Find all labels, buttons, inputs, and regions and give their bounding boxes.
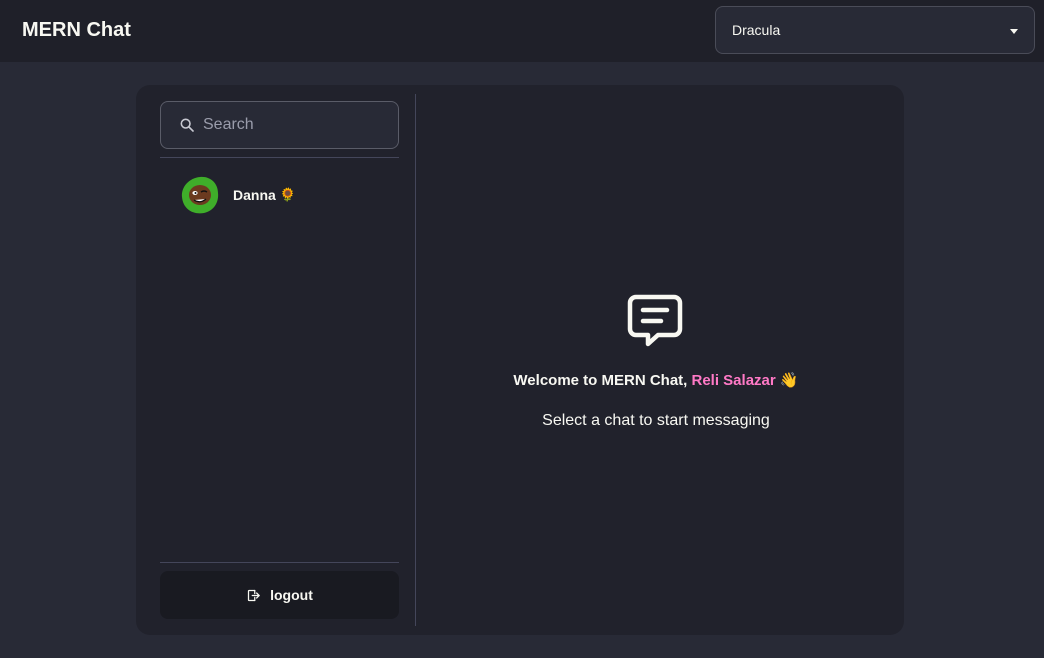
avatar (180, 175, 220, 215)
contact-item[interactable]: Danna 🌻 (160, 169, 399, 221)
top-navbar: MERN Chat Dracula (0, 0, 1044, 62)
contact-name: Danna (233, 187, 276, 203)
chat-bubble-icon (627, 294, 683, 347)
search-box[interactable] (160, 101, 399, 149)
welcome-prefix: Welcome to MERN Chat, (513, 372, 692, 389)
sidebar-divider (160, 157, 399, 158)
sunflower-emoji-icon: 🌻 (279, 187, 296, 202)
main-panel: Welcome to MERN Chat, Reli Salazar 👋 Sel… (416, 85, 904, 635)
sidebar-divider-bottom (160, 562, 399, 563)
app-title: MERN Chat (22, 19, 131, 41)
select-chat-hint: Select a chat to start messaging (542, 412, 770, 429)
welcome-message: Welcome to MERN Chat, Reli Salazar 👋 (416, 371, 896, 389)
theme-select-value: Dracula (732, 22, 781, 38)
logout-icon (247, 589, 260, 601)
chevron-down-icon (1010, 29, 1018, 34)
sidebar: Danna 🌻 logout (136, 85, 416, 635)
search-icon (180, 118, 194, 132)
theme-select[interactable]: Dracula (715, 6, 1035, 54)
user-name: Reli Salazar (691, 372, 776, 389)
chat-container: Danna 🌻 logout Welcome to MERN Chat, Rel… (136, 85, 904, 635)
logout-label: logout (270, 587, 313, 603)
waving-hand-icon: 👋 (779, 372, 799, 389)
search-input[interactable] (203, 116, 393, 134)
logout-button[interactable]: logout (160, 571, 399, 619)
